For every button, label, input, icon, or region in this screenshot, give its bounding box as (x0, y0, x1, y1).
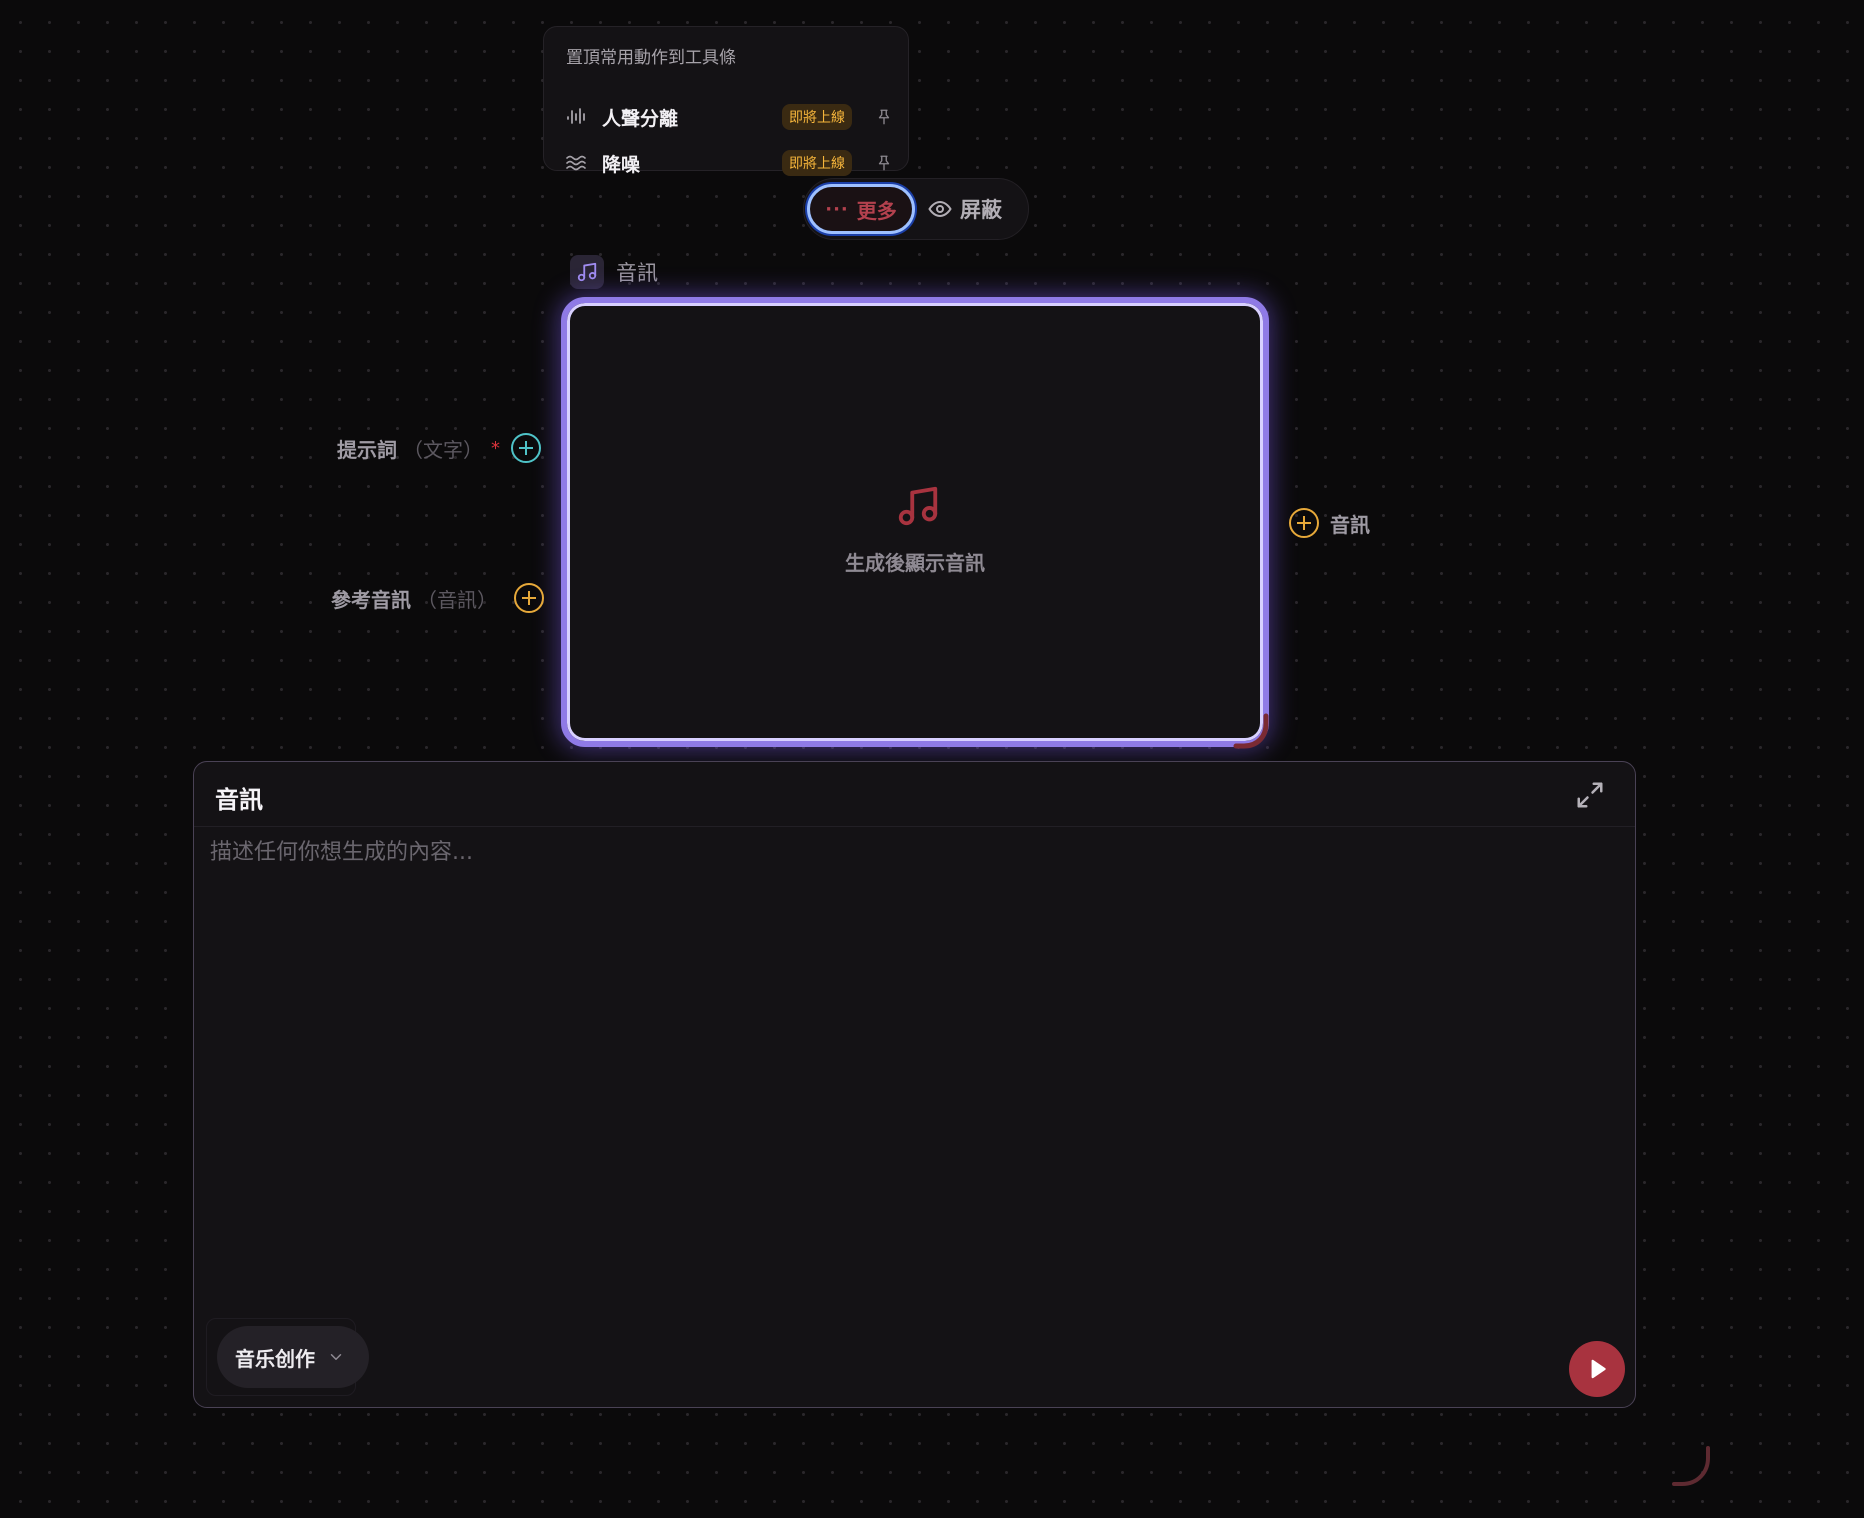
pin-item-voice-separation[interactable]: 人聲分離 即將上線 (564, 99, 894, 135)
input-port-prompt: 提示詞 （文字） * (337, 432, 542, 464)
more-label: 更多 (856, 198, 897, 223)
waveform-icon (564, 104, 590, 130)
coming-soon-badge: 即將上線 (782, 150, 852, 176)
run-button[interactable] (1569, 1341, 1625, 1397)
pin-item-label: 降噪 (602, 153, 641, 176)
chevron-down-icon (330, 1354, 342, 1360)
add-reference-port-button[interactable] (513, 582, 545, 614)
pin-icon[interactable] (874, 107, 894, 127)
hide-button[interactable]: 屏蔽 (928, 184, 1024, 234)
hide-label: 屏蔽 (960, 198, 1002, 222)
port-type: （文字） (403, 437, 483, 462)
pin-icon[interactable] (874, 153, 894, 173)
resize-handle[interactable] (1232, 712, 1272, 752)
port-label: 參考音訊 (331, 587, 411, 612)
add-output-port-button[interactable] (1288, 507, 1320, 539)
music-note-icon (570, 255, 604, 289)
port-label: 提示詞 (337, 437, 397, 462)
pin-item-label: 人聲分離 (602, 107, 679, 130)
noise-wave-icon (564, 150, 590, 176)
output-port-audio: 音訊 (1288, 507, 1370, 539)
node-header[interactable]: 音訊 (570, 255, 658, 289)
input-port-reference-audio: 參考音訊 （音訊） (331, 582, 545, 614)
mode-dropdown[interactable]: 音乐创作 (217, 1326, 369, 1388)
placeholder-text: 生成後顯示音訊 (845, 551, 985, 575)
pin-actions-popup: 置頂常用動作到工具條 人聲分離 即將上線 降噪 即將上線 (543, 26, 909, 176)
panel-divider (194, 826, 1635, 827)
music-note-icon (898, 486, 938, 526)
coming-soon-badge: 即將上線 (782, 104, 852, 130)
eye-icon (928, 200, 952, 218)
ellipsis-icon: ··· (825, 198, 849, 220)
panel-title: 音訊 (215, 786, 263, 814)
audio-node-card[interactable]: 生成後顯示音訊 (561, 297, 1269, 747)
add-prompt-port-button[interactable] (510, 432, 542, 464)
popup-title: 置頂常用動作到工具條 (566, 48, 736, 68)
more-button[interactable]: ··· 更多 (807, 184, 915, 234)
port-label: 音訊 (1330, 512, 1370, 537)
node-title: 音訊 (616, 261, 658, 285)
node-action-bar: ··· 更多 屏蔽 (803, 178, 1029, 240)
port-type: （音訊） (417, 587, 497, 612)
prompt-input[interactable] (210, 834, 1610, 1254)
mode-selected-label: 音乐创作 (235, 1346, 315, 1371)
expand-icon[interactable] (1575, 780, 1605, 810)
pin-item-noise-reduction[interactable]: 降噪 即將上線 (564, 145, 894, 181)
required-mark: * (491, 437, 500, 459)
play-icon (1591, 1359, 1606, 1379)
mode-selector-wrapper: 音乐创作 (206, 1318, 369, 1396)
canvas-resize-handle[interactable] (1670, 1444, 1714, 1488)
prompt-panel: 音訊 音乐创作 (193, 761, 1636, 1408)
